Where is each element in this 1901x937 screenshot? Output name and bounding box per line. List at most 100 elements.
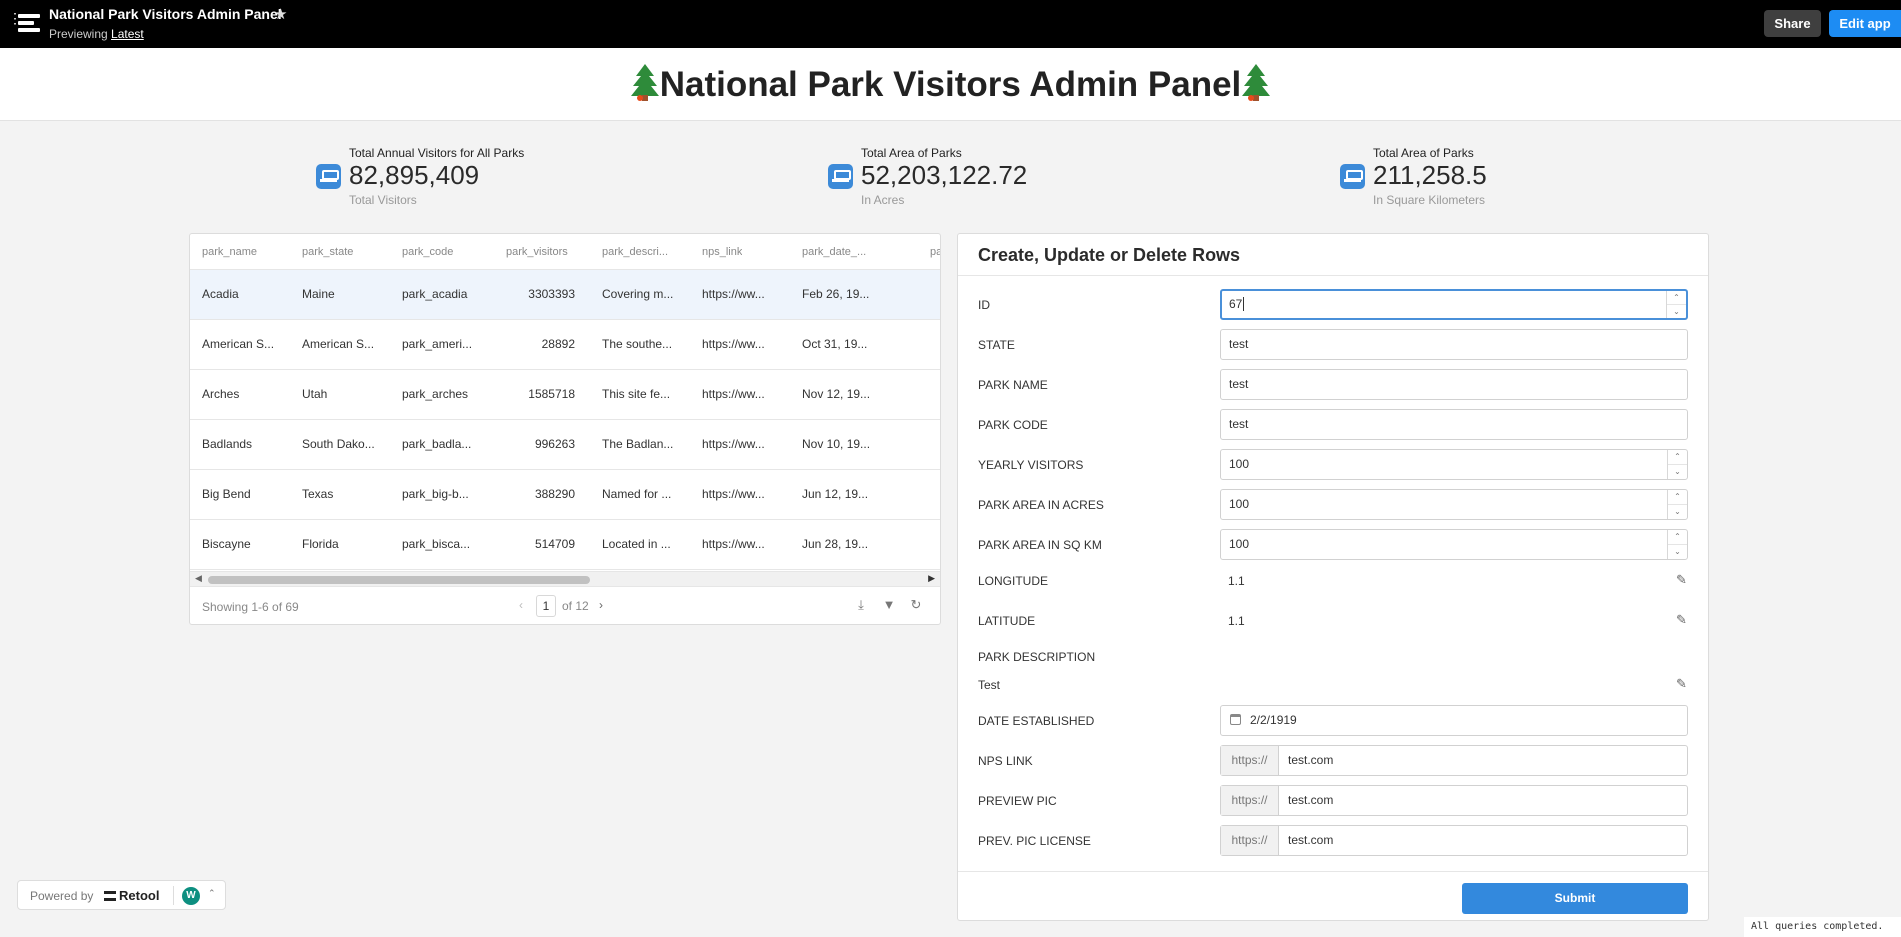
chevron-down-icon[interactable]: ⌄ [1668, 465, 1687, 480]
divider [173, 886, 174, 905]
date-established-input[interactable]: 2/2/1919 [1220, 705, 1688, 736]
nps-link-input[interactable]: https:// test.com [1220, 745, 1688, 776]
page-number-input[interactable]: 1 [536, 595, 556, 617]
id-number-input[interactable]: 67 ⌃ ⌄ [1220, 289, 1688, 320]
retool-logo-icon[interactable] [18, 14, 40, 32]
chevron-up-icon[interactable]: ⌃ [1667, 291, 1686, 305]
column-header[interactable]: pa [930, 246, 940, 258]
table-cell: park_big-b... [402, 487, 469, 501]
table-row[interactable]: Badlands South Dako... park_badla... 996… [190, 420, 940, 470]
column-header[interactable]: park_visitors [506, 246, 568, 258]
version-link[interactable]: Latest [111, 27, 144, 41]
table-cell: park_bisca... [402, 537, 471, 551]
page-title-container: National Park Visitors Admin Panel [0, 48, 1901, 121]
download-icon[interactable]: ⤓ [853, 597, 869, 613]
table-cell: https://ww... [702, 537, 765, 551]
stat-value: 52,203,122.72 [861, 160, 1028, 190]
menu-icon[interactable]: ⋮ [8, 11, 22, 25]
park-name-input[interactable]: test [1220, 369, 1688, 400]
description-value[interactable]: Test [978, 678, 1000, 692]
park-code-input[interactable]: test [1220, 409, 1688, 440]
url-prefix: https:// [1221, 786, 1279, 815]
powered-by-label: Powered by [30, 889, 94, 903]
column-header[interactable]: park_descri... [602, 246, 678, 258]
url-prefix: https:// [1221, 746, 1279, 775]
previewing-label: Previewing [49, 27, 108, 41]
powered-by-badge[interactable]: Powered by Retool W ⌃ [17, 880, 226, 910]
filter-icon[interactable]: ▼ [881, 597, 897, 613]
table-cell: Biscayne [202, 537, 251, 551]
field-label: DATE ESTABLISHED [978, 714, 1095, 728]
refresh-icon[interactable]: ↻ [908, 597, 924, 613]
star-icon[interactable]: ★ [274, 5, 287, 23]
scroll-left-icon[interactable]: ◀ [195, 573, 202, 584]
column-header[interactable]: park_date_... [802, 246, 866, 258]
yearly-visitors-input[interactable]: 100 ⌃ ⌄ [1220, 449, 1688, 480]
column-header[interactable]: park_state [302, 246, 353, 258]
share-button[interactable]: Share [1764, 10, 1821, 37]
page-total: of 12 [562, 599, 589, 613]
table-cell: Acadia [202, 287, 239, 301]
stat-label: Total Area of Parks [1373, 146, 1474, 160]
form-footer: Submit [958, 871, 1708, 920]
state-input[interactable]: test [1220, 329, 1688, 360]
field-label: STATE [978, 338, 1015, 352]
preview-info: Previewing Latest [49, 27, 144, 41]
pic-license-input[interactable]: https:// test.com [1220, 825, 1688, 856]
stat-label: Total Annual Visitors for All Parks [349, 146, 525, 160]
submit-button[interactable]: Submit [1462, 883, 1688, 914]
table-cell: Named for ... [602, 487, 672, 501]
id-stepper[interactable]: ⌃ ⌄ [1666, 291, 1686, 318]
scroll-right-icon[interactable]: ▶ [928, 573, 935, 584]
column-header[interactable]: park_name [202, 246, 257, 258]
longitude-value[interactable]: 1.1 [1228, 574, 1245, 588]
prev-page-icon[interactable]: ‹ [519, 598, 523, 612]
table-row[interactable]: Big Bend Texas park_big-b... 388290 Name… [190, 470, 940, 520]
table-cell: 3303393 [528, 287, 575, 301]
table-cell: Located in ... [602, 537, 671, 551]
table-cell: park_arches [402, 387, 469, 401]
chevron-up-icon[interactable]: ⌃ [1668, 450, 1687, 465]
column-header[interactable]: nps_link [702, 246, 742, 258]
visitors-stepper[interactable]: ⌃ ⌄ [1667, 450, 1687, 479]
acres-stepper[interactable]: ⌃ ⌄ [1667, 490, 1687, 519]
table-cell: https://ww... [702, 387, 765, 401]
area-sqkm-value: 100 [1229, 537, 1250, 551]
pencil-icon[interactable]: ✎ [1676, 572, 1687, 588]
chevron-up-icon[interactable]: ⌃ [1668, 490, 1687, 505]
query-status: All queries completed. [1744, 917, 1901, 937]
area-acres-input[interactable]: 100 ⌃ ⌄ [1220, 489, 1688, 520]
pencil-icon[interactable]: ✎ [1676, 612, 1687, 628]
chevron-up-icon[interactable]: ⌃ [1668, 530, 1687, 545]
stat-caption: In Square Kilometers [1373, 193, 1486, 207]
chevron-down-icon[interactable]: ⌄ [1668, 505, 1687, 520]
row-count: Showing 1-6 of 69 [202, 600, 299, 614]
retool-brand[interactable]: Retool [104, 888, 159, 903]
pencil-icon[interactable]: ✎ [1676, 676, 1687, 692]
table-cell: park_badla... [402, 437, 472, 451]
table-row[interactable]: Acadia Maine park_acadia 3303393 Coverin… [190, 270, 940, 320]
table-row[interactable]: American S... American S... park_ameri..… [190, 320, 940, 370]
area-acres-value: 100 [1229, 497, 1250, 511]
preview-pic-input[interactable]: https:// test.com [1220, 785, 1688, 816]
next-page-icon[interactable]: › [599, 598, 603, 612]
horizontal-scrollbar[interactable]: ◀ ▶ [190, 571, 940, 586]
table-cell: 996263 [534, 437, 575, 451]
table-row[interactable]: Biscayne Florida park_bisca... 514709 Lo… [190, 520, 940, 570]
table-cell: American S... [302, 337, 375, 351]
latitude-value[interactable]: 1.1 [1228, 614, 1245, 628]
sqkm-stepper[interactable]: ⌃ ⌄ [1667, 530, 1687, 559]
table-cell: Oct 31, 19... [802, 337, 868, 351]
avatar[interactable]: W [182, 887, 200, 905]
edit-app-button[interactable]: Edit app [1829, 10, 1901, 37]
chevron-up-icon[interactable]: ⌃ [208, 888, 216, 899]
field-label: PREVIEW PIC [978, 794, 1057, 808]
chevron-down-icon[interactable]: ⌄ [1667, 305, 1686, 319]
stat-value: 82,895,409 [349, 160, 480, 190]
scrollbar-thumb[interactable] [208, 576, 590, 584]
chevron-down-icon[interactable]: ⌄ [1668, 545, 1687, 560]
area-sqkm-input[interactable]: 100 ⌃ ⌄ [1220, 529, 1688, 560]
id-value: 67 [1229, 297, 1243, 311]
table-row[interactable]: Arches Utah park_arches 1585718 This sit… [190, 370, 940, 420]
column-header[interactable]: park_code [402, 246, 453, 258]
